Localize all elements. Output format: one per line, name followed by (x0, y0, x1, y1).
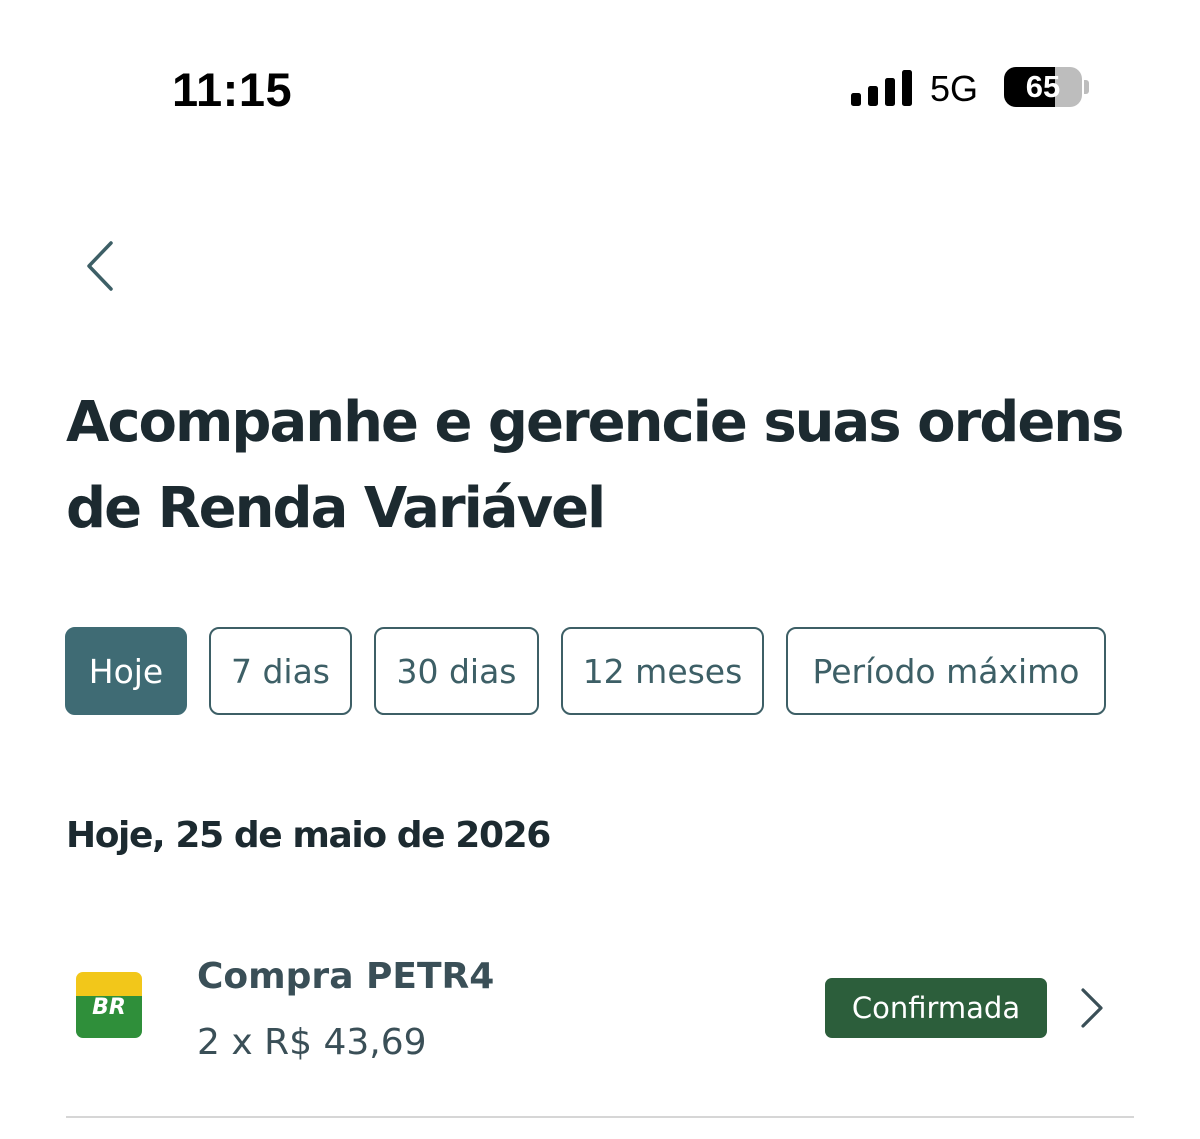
logo-br-text: BR (92, 995, 126, 1020)
filter-chip-max-period[interactable]: Período máximo (786, 627, 1106, 715)
logo-yellow-band (76, 972, 142, 996)
period-filter-bar: Hoje 7 dias 30 dias 12 meses Período máx… (0, 627, 1200, 715)
order-status-badge: Confirmada (825, 978, 1047, 1038)
battery-percent-label: 65 (1025, 69, 1061, 104)
filter-chip-30-days[interactable]: 30 dias (374, 627, 539, 715)
order-quantity-price: 2 x R$ 43,69 (197, 1022, 427, 1063)
battery-icon: 65 (1004, 67, 1082, 107)
network-type-label: 5G (930, 68, 979, 109)
cellular-signal-icon (851, 70, 913, 106)
chevron-right-icon[interactable] (1074, 986, 1108, 1030)
battery-cap (1084, 80, 1089, 94)
back-button[interactable] (72, 232, 128, 300)
petrobras-logo: BR (76, 972, 142, 1038)
page-title: Acompanhe e gerencie suas ordens de Rend… (66, 390, 1125, 541)
chevron-left-icon (87, 241, 113, 291)
filter-chip-7-days[interactable]: 7 dias (209, 627, 352, 715)
order-title: Compra PETR4 (197, 956, 495, 997)
date-section-heading: Hoje, 25 de maio de 2026 (66, 815, 551, 856)
status-bar-time: 11:15 (172, 63, 293, 116)
order-list-item[interactable]: BR Compra PETR4 2 x R$ 43,69 Confirmada (66, 940, 1134, 1118)
filter-chip-12-months[interactable]: 12 meses (561, 627, 764, 715)
filter-chip-today[interactable]: Hoje (65, 627, 187, 715)
